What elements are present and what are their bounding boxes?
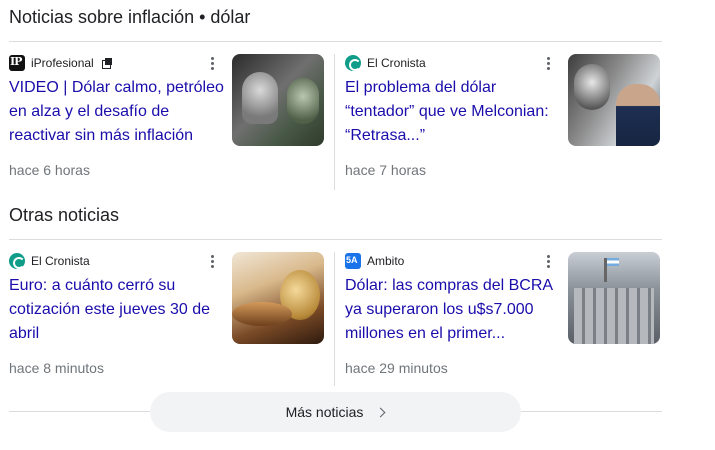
argentina-flag-icon <box>607 258 619 266</box>
news-headline[interactable]: Euro: a cuánto cerró su cotización este … <box>9 274 227 346</box>
section-divider <box>9 41 662 42</box>
news-headline[interactable]: Dólar: las compras del BCRA ya superaron… <box>345 274 563 346</box>
news-card[interactable]: iProfesional VIDEO | Dólar calmo, petról… <box>9 54 325 204</box>
more-options-icon[interactable] <box>544 254 554 270</box>
news-timestamp: hace 8 minutos <box>9 360 104 376</box>
news-source[interactable]: iProfesional <box>9 54 112 72</box>
card-divider <box>334 54 335 190</box>
more-news-button[interactable]: Más noticias <box>150 392 521 432</box>
news-card[interactable]: Ambito Dólar: las compras del BCRA ya su… <box>345 252 661 402</box>
news-timestamp: hace 29 minutos <box>345 360 448 376</box>
news-timestamp: hace 6 horas <box>9 162 90 178</box>
more-options-icon[interactable] <box>544 56 554 72</box>
el-cronista-logo-icon <box>9 253 25 269</box>
ambito-logo-icon <box>345 253 361 269</box>
section-divider <box>9 239 662 240</box>
news-timestamp: hace 7 horas <box>345 162 426 178</box>
news-source[interactable]: Ambito <box>345 252 404 270</box>
more-options-icon[interactable] <box>208 254 218 270</box>
el-cronista-logo-icon <box>345 55 361 71</box>
more-divider-right <box>521 411 662 412</box>
source-name: El Cronista <box>31 254 90 268</box>
card-divider <box>334 252 335 386</box>
publisher-badge-icon <box>101 58 112 69</box>
news-thumbnail[interactable] <box>568 54 660 146</box>
source-name: El Cronista <box>367 56 426 70</box>
section-title-inflacion-dolar: Noticias sobre inflación • dólar <box>9 7 251 27</box>
news-card[interactable]: El Cronista El problema del dólar “tenta… <box>345 54 661 204</box>
section-title-otras-noticias: Otras noticias <box>9 205 120 225</box>
more-divider-left <box>9 411 150 412</box>
news-thumbnail[interactable] <box>568 252 660 344</box>
news-headline[interactable]: El problema del dólar “tentador” que ve … <box>345 76 563 148</box>
more-news-label: Más noticias <box>285 404 364 420</box>
more-options-icon[interactable] <box>208 56 218 72</box>
source-name: Ambito <box>367 254 405 268</box>
more-news-row: Más noticias <box>9 392 662 432</box>
news-card[interactable]: El Cronista Euro: a cuánto cerró su coti… <box>9 252 325 402</box>
chevron-right-icon <box>377 408 385 416</box>
news-thumbnail[interactable] <box>232 54 324 146</box>
source-name: iProfesional <box>31 56 94 70</box>
news-source[interactable]: El Cronista <box>345 54 426 72</box>
news-headline[interactable]: VIDEO | Dólar calmo, petróleo en alza y … <box>9 76 227 148</box>
news-thumbnail[interactable] <box>232 252 324 344</box>
iprofesional-logo-icon <box>9 55 25 71</box>
news-source[interactable]: El Cronista <box>9 252 90 270</box>
